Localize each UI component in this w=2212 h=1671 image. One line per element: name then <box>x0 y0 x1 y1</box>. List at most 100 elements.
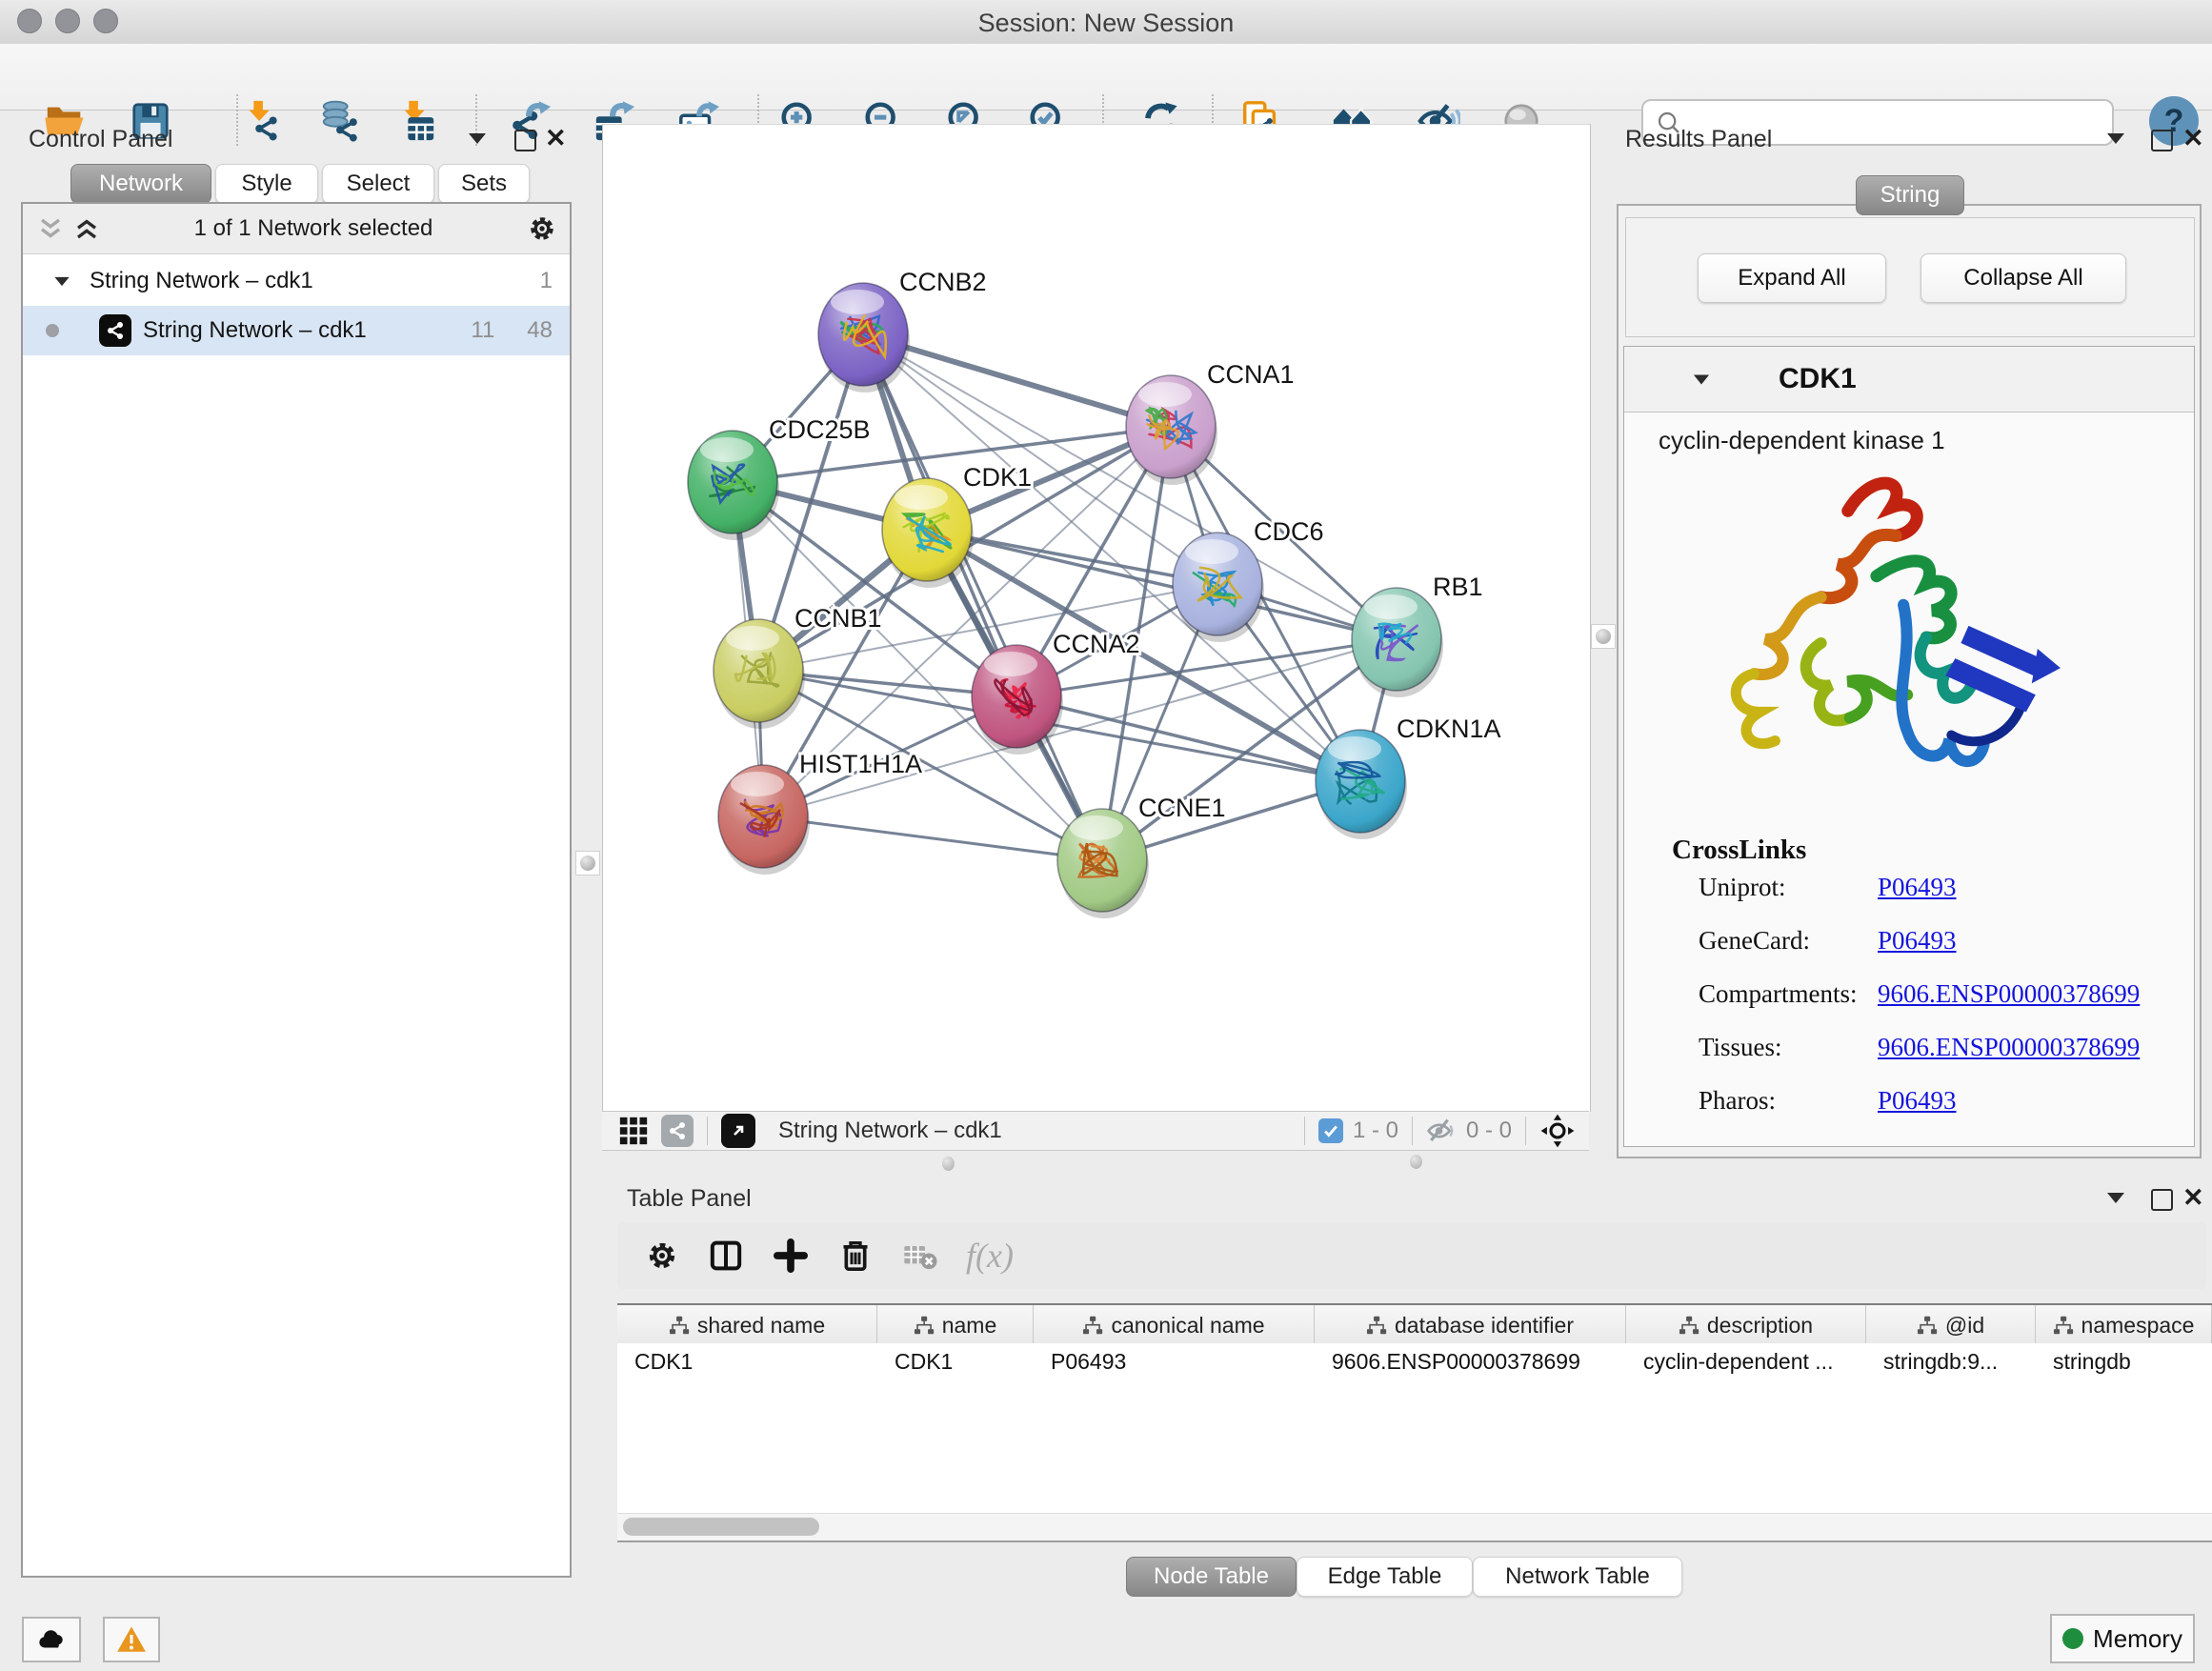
table-cell[interactable]: CDK1 <box>877 1349 1034 1375</box>
tab-network-table[interactable]: Network Table <box>1473 1557 1682 1597</box>
import-network-database-icon[interactable] <box>318 99 362 143</box>
tab-edge-table[interactable]: Edge Table <box>1297 1557 1473 1597</box>
node-HIST1H1A[interactable]: HIST1H1A <box>718 750 922 875</box>
column-header-label: canonical name <box>1111 1313 1264 1339</box>
crosslink-link[interactable]: 9606.ENSP00000378699 <box>1878 979 2140 1009</box>
node-CCNB2[interactable]: CCNB2 <box>818 268 987 393</box>
column-header-3[interactable]: database identifier <box>1315 1305 1626 1345</box>
memory-button[interactable]: Memory <box>2050 1614 2195 1663</box>
tab-node-table[interactable]: Node Table <box>1126 1557 1297 1597</box>
column-header-label: name <box>942 1313 997 1339</box>
table-cell[interactable]: stringdb <box>2036 1349 2212 1375</box>
column-header-5[interactable]: @id <box>1866 1305 2036 1345</box>
gear-icon[interactable] <box>526 212 558 245</box>
crosslinks-title: CrossLinks <box>1672 835 1806 866</box>
table-horizontal-scrollbar[interactable] <box>617 1513 2212 1542</box>
node-CCNB1[interactable]: CCNB1 <box>714 604 882 729</box>
crosslink-link[interactable]: 9606.ENSP00000378699 <box>1878 1033 2140 1062</box>
results-panel-float-icon[interactable] <box>2151 130 2173 151</box>
column-header-0[interactable]: shared name <box>617 1305 877 1345</box>
collapse-all-button[interactable]: Collapse All <box>1920 253 2126 303</box>
node-CDK1[interactable]: CDK1 <box>882 463 1032 588</box>
table-cell[interactable]: P06493 <box>1034 1349 1315 1375</box>
column-header-4[interactable]: description <box>1626 1305 1866 1345</box>
table-cell[interactable]: 9606.ENSP00000378699 <box>1315 1349 1626 1375</box>
node-CDKN1A[interactable]: CDKN1A <box>1316 715 1501 839</box>
main-toolbar: ? <box>0 44 2212 111</box>
collapse-all-icon[interactable] <box>36 216 65 241</box>
edge-HIST1H1A-CCNE1[interactable] <box>763 816 1102 860</box>
crosslink-row: GeneCard:P06493 <box>1699 926 2175 956</box>
column-header-6[interactable]: namespace <box>2036 1305 2212 1345</box>
node-label-CCNB1: CCNB1 <box>794 604 882 633</box>
grid-view-icon[interactable] <box>617 1115 650 1147</box>
network-row-selected[interactable]: String Network – cdk1 11 48 <box>23 306 570 355</box>
expand-all-icon[interactable] <box>72 216 101 241</box>
node-RB1[interactable]: RB1 <box>1352 573 1483 697</box>
column-header-label: description <box>1707 1313 1813 1339</box>
table-cell[interactable]: stringdb:9... <box>1866 1349 2036 1375</box>
bottom-splitter-dot[interactable] <box>942 1157 955 1171</box>
network-graph[interactable]: CCNB2CCNA1CDC25BCDK1CDC6RB1CCNB1CCNA2CDK… <box>603 125 1590 1112</box>
warning-button[interactable] <box>103 1617 160 1662</box>
crosslink-link[interactable]: P06493 <box>1878 873 1957 902</box>
table-panel-menu-icon[interactable] <box>2107 1193 2124 1203</box>
add-column-icon[interactable] <box>772 1237 810 1275</box>
collection-expander-icon[interactable] <box>54 276 69 285</box>
column-header-1[interactable]: name <box>877 1305 1034 1345</box>
expand-all-button[interactable]: Expand All <box>1698 253 1886 303</box>
node-label-CCNA1: CCNA1 <box>1207 360 1295 389</box>
node-CCNE1[interactable]: CCNE1 <box>1057 794 1226 918</box>
right-splitter-handle[interactable] <box>1591 624 1616 649</box>
cloud-button[interactable] <box>22 1617 81 1662</box>
network-list-header: 1 of 1 Network selected <box>23 204 570 254</box>
fit-selection-crosshair-icon[interactable] <box>1539 1113 1576 1149</box>
results-panel-close-icon[interactable]: ✕ <box>2182 124 2204 153</box>
delete-column-icon[interactable] <box>836 1237 875 1275</box>
tab-sets[interactable]: Sets <box>438 164 530 204</box>
tab-network[interactable]: Network <box>70 164 211 204</box>
node-CCNA1[interactable]: CCNA1 <box>1126 360 1295 485</box>
control-panel-close-icon[interactable]: ✕ <box>545 124 567 153</box>
gene-section-header[interactable]: CDK1 <box>1624 347 2194 413</box>
selected-checkbox-icon[interactable] <box>1318 1118 1343 1143</box>
selected-counts: 1 - 0 <box>1353 1117 1398 1144</box>
table-row[interactable]: CDK1CDK1P064939606.ENSP00000378699cyclin… <box>617 1343 2212 1379</box>
crosslink-row: Compartments:9606.ENSP00000378699 <box>1699 979 2175 1009</box>
crosslink-link[interactable]: P06493 <box>1878 1086 1957 1116</box>
control-panel-menu-icon[interactable] <box>469 133 486 144</box>
edge-CDK1-RB1[interactable] <box>927 530 1397 639</box>
birds-eye-view-icon[interactable] <box>721 1114 755 1148</box>
bottom-splitter-handle[interactable] <box>1410 1155 1422 1169</box>
table-panel-close-icon[interactable]: ✕ <box>2182 1183 2204 1213</box>
column-type-icon <box>1366 1316 1387 1336</box>
network-collection-row[interactable]: String Network – cdk1 1 <box>23 256 570 306</box>
scrollbar-thumb[interactable] <box>623 1518 819 1536</box>
table-panel-float-icon[interactable] <box>2151 1189 2173 1211</box>
tab-select[interactable]: Select <box>322 164 434 204</box>
results-panel-menu-icon[interactable] <box>2107 133 2124 144</box>
import-table-file-icon[interactable] <box>393 99 437 143</box>
control-panel-title: Control Panel <box>29 126 172 153</box>
table-gear-icon[interactable] <box>644 1238 680 1274</box>
hidden-eye-icon[interactable] <box>1426 1116 1457 1146</box>
column-header-2[interactable]: canonical name <box>1034 1305 1315 1345</box>
show-columns-icon[interactable] <box>707 1237 745 1275</box>
tab-string[interactable]: String <box>1856 175 1964 215</box>
protein-structure-image <box>1704 461 2068 815</box>
column-header-label: database identifier <box>1395 1313 1574 1339</box>
gene-section-expander-icon[interactable] <box>1694 374 1709 384</box>
title-bar: Session: New Session <box>0 0 2212 45</box>
share-view-icon[interactable] <box>661 1115 694 1147</box>
crosslink-link[interactable]: P06493 <box>1878 926 1957 956</box>
table-cell[interactable]: CDK1 <box>617 1349 877 1375</box>
status-separator <box>1412 1117 1413 1145</box>
tab-style[interactable]: Style <box>215 164 318 204</box>
import-network-file-icon[interactable] <box>239 99 283 143</box>
network-canvas[interactable]: CCNB2CCNA1CDC25BCDK1CDC6RB1CCNB1CCNA2CDK… <box>602 124 1591 1112</box>
node-CDC6[interactable]: CDC6 <box>1173 517 1324 642</box>
left-splitter-handle[interactable] <box>575 851 600 876</box>
table-cell[interactable]: cyclin-dependent ... <box>1626 1349 1866 1375</box>
control-panel-float-icon[interactable] <box>514 130 536 151</box>
edge-CCNB2-CCNE1[interactable] <box>863 334 1102 860</box>
